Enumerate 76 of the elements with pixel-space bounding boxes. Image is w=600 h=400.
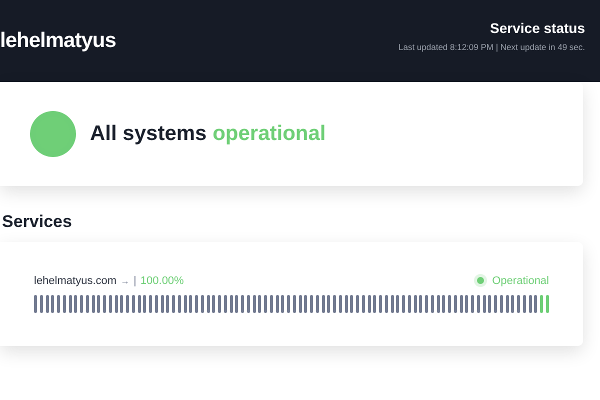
uptime-bar[interactable] [460,295,462,313]
uptime-bar[interactable] [178,295,181,313]
uptime-bar[interactable] [92,295,94,313]
arrow-icon[interactable]: → [120,276,130,286]
uptime-bar[interactable] [528,295,532,313]
uptime-bar[interactable] [506,295,508,313]
uptime-bar[interactable] [436,295,440,313]
uptime-bar[interactable] [62,295,66,313]
uptime-bar[interactable] [230,295,232,313]
uptime-bar[interactable] [120,295,124,313]
uptime-bar[interactable] [338,295,342,313]
uptime-bar[interactable] [74,295,78,313]
status-label: Operational [492,274,549,286]
uptime-bar[interactable] [350,295,354,313]
uptime-bar[interactable] [316,295,319,313]
uptime-bar[interactable] [522,295,526,313]
uptime-bar[interactable] [132,295,135,313]
uptime-bar[interactable] [327,295,330,313]
update-info: Last updated 8:12:09 PM | Next update in 49 sec. [398,42,585,52]
uptime-bar[interactable] [476,295,480,313]
uptime-bar[interactable] [200,295,204,313]
uptime-bar[interactable] [108,295,112,313]
uptime-bar[interactable] [384,295,388,313]
uptime-bar[interactable] [414,295,416,313]
uptime-bar[interactable] [362,295,365,313]
uptime-bar[interactable] [270,295,273,313]
uptime-bar[interactable] [465,295,468,313]
uptime-bar[interactable] [206,295,210,313]
uptime-bar[interactable] [368,295,370,313]
uptime-bar[interactable] [500,295,503,313]
uptime-bar[interactable] [442,295,446,313]
uptime-bar[interactable] [224,295,227,313]
uptime-bar[interactable] [166,295,170,313]
uptime-bar[interactable] [292,295,296,313]
uptime-bar[interactable] [258,295,262,313]
uptime-bar[interactable] [430,295,434,313]
uptime-percentage: 100.00% [140,274,184,286]
uptime-bar[interactable] [482,295,486,313]
uptime-bar[interactable] [373,295,376,313]
uptime-bar[interactable] [408,295,411,313]
page-title: Service status [490,20,585,36]
uptime-bar[interactable] [68,295,72,313]
uptime-bar[interactable] [86,295,89,313]
uptime-bar[interactable] [390,295,394,313]
uptime-bar[interactable] [396,295,400,313]
status-message: All systems operational [90,122,326,146]
uptime-bar[interactable] [419,295,422,313]
uptime-bar[interactable] [154,295,158,313]
uptime-bar[interactable] [511,295,514,313]
uptime-bar[interactable] [534,295,538,313]
uptime-bar[interactable] [246,295,250,313]
uptime-bar[interactable] [114,295,118,313]
site-name: lehelmatyus [0,29,116,53]
uptime-bar[interactable] [160,295,164,313]
uptime-bar[interactable] [322,295,324,313]
uptime-bar[interactable] [304,295,308,313]
uptime-bar[interactable] [184,295,186,313]
uptime-bar[interactable] [252,295,256,313]
service-name: lehelmatyus.com [34,274,117,286]
uptime-bar[interactable] [138,295,140,313]
uptime-bar[interactable] [276,295,278,313]
uptime-bar[interactable] [143,295,146,313]
uptime-bar[interactable] [97,295,100,313]
uptime-bar[interactable] [344,295,348,313]
uptime-bar[interactable] [212,295,216,313]
section-heading: Services [2,212,73,232]
uptime-bar[interactable] [40,295,43,313]
uptime-bar[interactable] [281,295,284,313]
uptime-bar[interactable] [454,295,457,313]
uptime-bar[interactable] [189,295,192,313]
separator: | [134,274,136,286]
uptime-bar[interactable] [298,295,302,313]
uptime-bar[interactable] [488,295,492,313]
uptime-bar[interactable] [235,295,238,313]
uptime-bar[interactable] [51,295,54,313]
uptime-bar[interactable] [46,295,48,313]
